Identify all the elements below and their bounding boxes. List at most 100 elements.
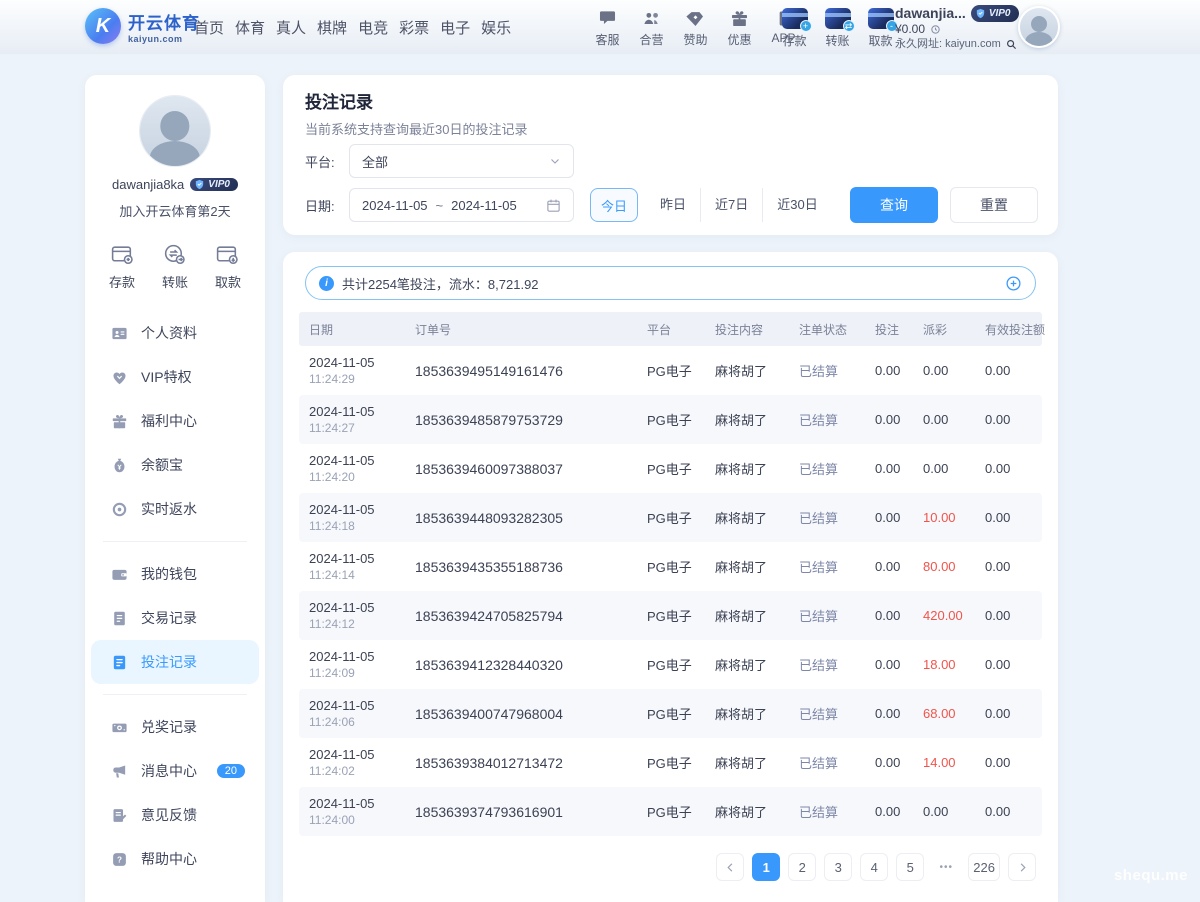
- sidebar-withdraw-button[interactable]: 取款: [215, 242, 241, 291]
- messages-icon: [111, 763, 128, 780]
- quick-date-30days[interactable]: 近30日: [762, 188, 831, 222]
- sidebar-item-rebate[interactable]: 实时返水: [85, 487, 265, 531]
- sidebar-item-transactions[interactable]: 交易记录: [85, 596, 265, 640]
- page-subtitle: 当前系统支持查询最近30日的投注记录: [305, 119, 527, 138]
- nav-item-slots[interactable]: 电子: [440, 17, 470, 38]
- yuebao-icon: [111, 457, 128, 474]
- date-start: 2024-11-05: [362, 198, 428, 213]
- pagination-ellipsis[interactable]: •••: [932, 853, 960, 881]
- nav-item-live[interactable]: 真人: [276, 17, 306, 38]
- sidebar-vip-badge: VIP0: [190, 178, 238, 191]
- platform-label: 平台:: [305, 152, 349, 171]
- balance-amount: ¥0.00: [895, 22, 925, 37]
- quicklink-sponsor[interactable]: 赞助: [680, 8, 711, 48]
- sidebar-item-redeem[interactable]: 兑奖记录: [85, 705, 265, 749]
- quick-date-7days[interactable]: 近7日: [700, 188, 762, 222]
- header-withdraw-button[interactable]: - 取款: [865, 8, 896, 49]
- page-title: 投注记录: [305, 88, 373, 113]
- vip-shield-icon: [975, 8, 986, 19]
- col-valid: 有效投注额: [975, 321, 1042, 338]
- nav-item-entertainment[interactable]: 娱乐: [481, 17, 511, 38]
- reset-button[interactable]: 重置: [950, 187, 1038, 223]
- promo-icon: [730, 8, 749, 28]
- plus-circle-icon[interactable]: [1005, 275, 1022, 292]
- brand-logo[interactable]: K 开云体育 kaiyun.com: [85, 8, 200, 44]
- watermark: shequ.me: [1114, 867, 1188, 884]
- table-row: 2024-11-0511:24:12 1853639424705825794 P…: [299, 591, 1042, 640]
- sidebar-item-bet-records[interactable]: 投注记录: [91, 640, 259, 684]
- pagination-page-3[interactable]: 3: [824, 853, 852, 881]
- table-row: 2024-11-0511:24:14 1853639435355188736 P…: [299, 542, 1042, 591]
- pagination-page-5[interactable]: 5: [896, 853, 924, 881]
- col-bet: 投注: [865, 321, 913, 338]
- sidebar-item-messages[interactable]: 消息中心 20: [85, 749, 265, 793]
- status-badge: 已结算: [789, 753, 865, 772]
- status-badge: 已结算: [789, 361, 865, 380]
- summary-bar: i 共计2254笔投注，流水：8,721.92: [305, 266, 1036, 300]
- status-badge: 已结算: [789, 704, 865, 723]
- pagination-next-button[interactable]: [1008, 853, 1036, 881]
- platform-select[interactable]: 全部: [349, 144, 574, 178]
- sidebar-item-vip[interactable]: VIP特权: [85, 355, 265, 399]
- quick-date-group: 昨日 近7日 近30日: [646, 188, 832, 222]
- nav-item-esports[interactable]: 电竞: [358, 17, 388, 38]
- sidebar-item-welfare[interactable]: 福利中心: [85, 399, 265, 443]
- sidebar-item-profile[interactable]: 个人资料: [85, 311, 265, 355]
- status-badge: 已结算: [789, 459, 865, 478]
- pagination-prev-button[interactable]: [716, 853, 744, 881]
- date-range-input[interactable]: 2024-11-05 ~ 2024-11-05: [349, 188, 574, 222]
- status-badge: 已结算: [789, 655, 865, 674]
- sidebar-item-feedback[interactable]: 意见反馈: [85, 793, 265, 837]
- status-badge: 已结算: [789, 508, 865, 527]
- quicklink-partner[interactable]: 合营: [636, 8, 667, 48]
- quicklink-promo[interactable]: 优惠: [724, 8, 755, 48]
- sidebar-menu: 个人资料 VIP特权 福利中心 余额宝 实时返水 我的钱包 交易记录: [85, 311, 265, 881]
- messages-count-badge: 20: [217, 764, 245, 778]
- rebate-icon: [111, 501, 128, 518]
- nav-item-home[interactable]: 首页: [194, 17, 224, 38]
- pagination-page-1[interactable]: 1: [752, 853, 780, 881]
- magnifier-icon[interactable]: [1006, 39, 1017, 50]
- partner-icon: [642, 8, 662, 28]
- sidebar-item-help[interactable]: ? 帮助中心: [85, 837, 265, 881]
- sidebar-item-yuebao[interactable]: 余额宝: [85, 443, 265, 487]
- col-date: 日期: [299, 321, 405, 338]
- table-header-row: 日期 订单号 平台 投注内容 注单状态 投注 派彩 有效投注额: [299, 312, 1042, 346]
- nav-item-sports[interactable]: 体育: [235, 17, 265, 38]
- sidebar-deposit-button[interactable]: 存款: [109, 242, 135, 291]
- status-badge: 已结算: [789, 410, 865, 429]
- sidebar-item-wallet[interactable]: 我的钱包: [85, 552, 265, 596]
- vip-icon: [111, 369, 128, 386]
- pagination-page-last[interactable]: 226: [968, 853, 1000, 881]
- refresh-balance-icon[interactable]: [930, 24, 941, 35]
- col-order: 订单号: [405, 321, 637, 338]
- header-user-block[interactable]: dawanjia... VIP0 ¥0.00 永久网址: kaiyun.com: [895, 5, 1019, 52]
- header-deposit-button[interactable]: + 存款: [779, 8, 810, 49]
- brand-logo-icon: K: [85, 8, 121, 44]
- status-badge: 已结算: [789, 557, 865, 576]
- calendar-icon: [546, 198, 561, 213]
- bet-records-table: 日期 订单号 平台 投注内容 注单状态 投注 派彩 有效投注额 2024-11-…: [299, 312, 1042, 836]
- table-row: 2024-11-0511:24:00 1853639374793616901 P…: [299, 787, 1042, 836]
- sponsor-icon: [686, 8, 705, 28]
- header-quick-links: 客服 合营 赞助 优惠 APP: [592, 8, 799, 48]
- sidebar-transfer-button[interactable]: 转账: [162, 242, 188, 291]
- pagination-page-4[interactable]: 4: [860, 853, 888, 881]
- bet-records-card: i 共计2254笔投注，流水：8,721.92 日期 订单号 平台 投注内容 注…: [283, 252, 1058, 902]
- chevron-down-icon: [549, 155, 561, 167]
- nav-item-cards[interactable]: 棋牌: [317, 17, 347, 38]
- profile-avatar[interactable]: [139, 95, 211, 167]
- header-transfer-button[interactable]: ⇄ 转账: [822, 8, 853, 49]
- quicklink-customer-service[interactable]: 客服: [592, 8, 623, 48]
- user-avatar[interactable]: [1018, 6, 1060, 48]
- table-row: 2024-11-0511:24:06 1853639400747968004 P…: [299, 689, 1042, 738]
- search-button[interactable]: 查询: [850, 187, 938, 223]
- quick-date-today[interactable]: 今日: [590, 188, 638, 222]
- status-badge: 已结算: [789, 802, 865, 821]
- quick-date-yesterday[interactable]: 昨日: [646, 188, 700, 222]
- date-separator: ~: [436, 198, 444, 213]
- info-icon: i: [319, 276, 334, 291]
- nav-item-lottery[interactable]: 彩票: [399, 17, 429, 38]
- table-row: 2024-11-0511:24:20 1853639460097388037 P…: [299, 444, 1042, 493]
- pagination-page-2[interactable]: 2: [788, 853, 816, 881]
